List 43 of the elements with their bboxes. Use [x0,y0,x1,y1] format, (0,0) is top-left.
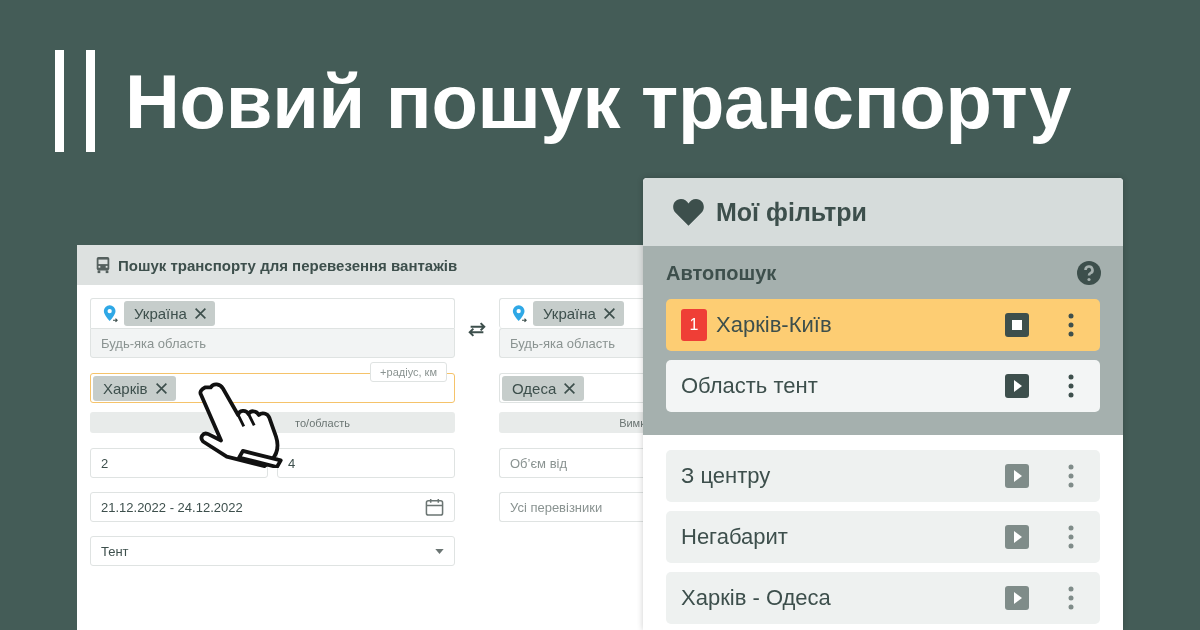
swap-icon[interactable] [467,322,487,337]
date-field[interactable]: 21.12.2022 - 24.12.2022 [90,492,455,522]
tag-chip[interactable]: Україна [124,301,215,326]
more-menu-button[interactable] [1068,313,1074,337]
tag-chip[interactable]: Харків [93,375,176,401]
heart-icon [672,197,705,227]
close-icon[interactable] [563,381,577,395]
region-field[interactable]: Будь-яка область [499,328,645,358]
volume-field[interactable]: Об’єм від [499,448,645,478]
pin-icon [103,304,118,323]
filter-name: З центру [681,463,771,489]
help-icon[interactable] [1077,261,1101,285]
city-field[interactable]: Одеса [499,373,645,403]
pin-icon [512,304,527,323]
panel-title: Мої фільтри [716,197,867,227]
dropdown-value: Тент [101,543,129,559]
close-icon[interactable] [193,307,207,320]
headline: Новий пошук транспорту [125,57,1072,145]
filter-name: Харків-Київ [716,312,832,338]
caret-icon[interactable] [435,548,444,554]
more-menu-button[interactable] [1068,374,1074,398]
form-title: Пошук транспорту для перевезення вантажів [118,256,458,274]
carriers-field[interactable]: Усі перевізники [499,492,645,522]
filter-row[interactable]: Область тент [666,360,1100,412]
calendar-icon[interactable] [425,497,444,517]
section-title: Автопошук [666,261,777,285]
location-field[interactable]: Україна [499,298,645,328]
date-value: 21.12.2022 - 24.12.2022 [101,499,243,515]
stop-button[interactable] [1005,313,1029,337]
count-badge: 1 [681,309,707,341]
close-icon[interactable] [602,307,616,320]
play-button[interactable] [1005,374,1029,398]
filter-row[interactable]: 1 Харків-Київ [666,299,1100,351]
radius-label: +радіус, км [370,362,447,382]
close-icon[interactable] [154,381,168,395]
tag-chip[interactable]: Одеса [502,375,585,401]
body-type-dropdown[interactable]: Тент [90,536,455,566]
tag-chip[interactable]: Україна [533,301,624,326]
filter-name: Область тент [681,373,818,399]
bus-icon [94,256,112,274]
filter-name: Харків - Одеса [681,585,831,611]
region-field[interactable]: Будь-яка область [90,328,455,358]
filter-name: Негабарит [681,524,788,550]
